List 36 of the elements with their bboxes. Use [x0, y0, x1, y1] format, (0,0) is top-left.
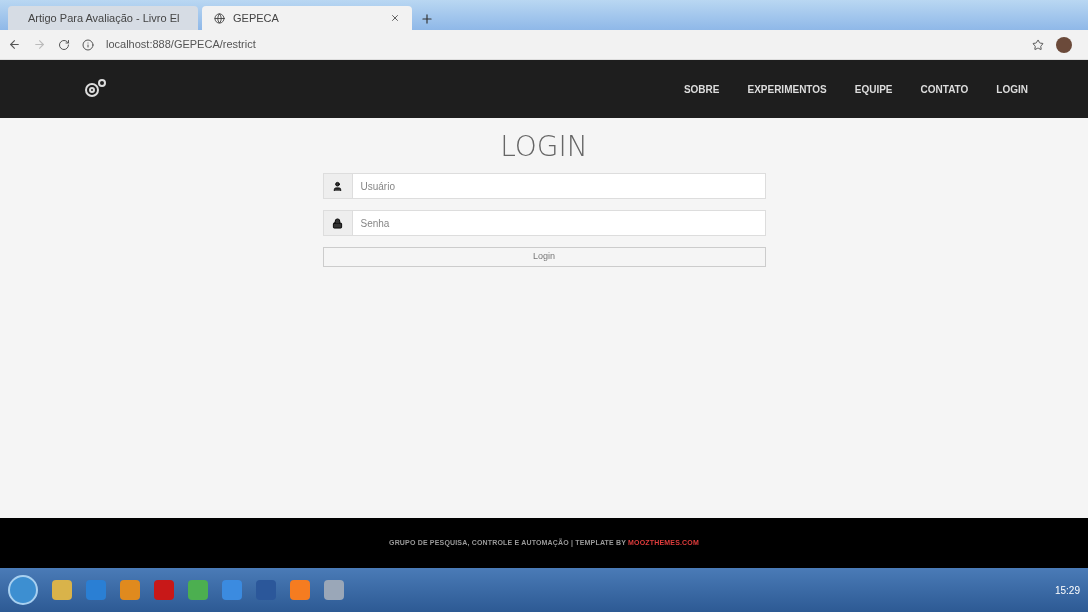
forward-icon[interactable]	[33, 38, 46, 51]
taskbar-app-icon[interactable]	[120, 580, 140, 600]
profile-avatar[interactable]	[1056, 36, 1072, 53]
reload-icon[interactable]	[58, 38, 70, 51]
nav-link[interactable]: EXPERIMENTOS	[747, 81, 827, 97]
taskbar-app-icon[interactable]	[86, 580, 106, 600]
start-button[interactable]	[8, 575, 38, 605]
back-icon[interactable]	[8, 38, 21, 51]
taskbar-app-icon[interactable]	[52, 580, 72, 600]
taskbar-app-icon[interactable]	[222, 580, 242, 600]
browser-tab[interactable]: Artigo Para Avaliação - Livro El	[8, 6, 198, 30]
url-text[interactable]: localhost:888/GEPECA/restrict	[106, 36, 1020, 53]
close-icon[interactable]	[390, 13, 400, 23]
taskbar-app-icon[interactable]	[324, 580, 344, 600]
taskbar-app-icon[interactable]	[256, 580, 276, 600]
star-icon[interactable]	[1032, 38, 1044, 51]
tab-favicon-icon	[214, 12, 225, 24]
new-tab-icon[interactable]	[420, 12, 434, 26]
tab-title: GEPECA	[233, 10, 280, 26]
info-icon	[82, 38, 94, 51]
input-field[interactable]: Usuário	[352, 173, 766, 199]
taskbar-app-icon[interactable]	[154, 580, 174, 600]
tab-title: Artigo Para Avaliação - Livro El	[28, 10, 180, 26]
lock-icon	[332, 217, 343, 229]
taskbar-app-icon[interactable]	[188, 580, 208, 600]
nav-link[interactable]: SOBRE	[683, 81, 720, 97]
nav-link[interactable]: EQUIPE	[854, 81, 893, 97]
clock-text: 15:29	[1054, 583, 1080, 598]
taskbar-app-icon[interactable]	[290, 580, 310, 600]
login-title: LOGIN	[500, 133, 588, 161]
input-field[interactable]: Senha	[352, 210, 766, 236]
nav-link[interactable]: LOGIN	[996, 81, 1028, 97]
login-button[interactable]: Login	[322, 247, 766, 267]
user-icon	[332, 180, 343, 192]
browser-tab[interactable]: GEPECA	[202, 6, 412, 30]
nav-link[interactable]: CONTATO	[920, 81, 969, 97]
